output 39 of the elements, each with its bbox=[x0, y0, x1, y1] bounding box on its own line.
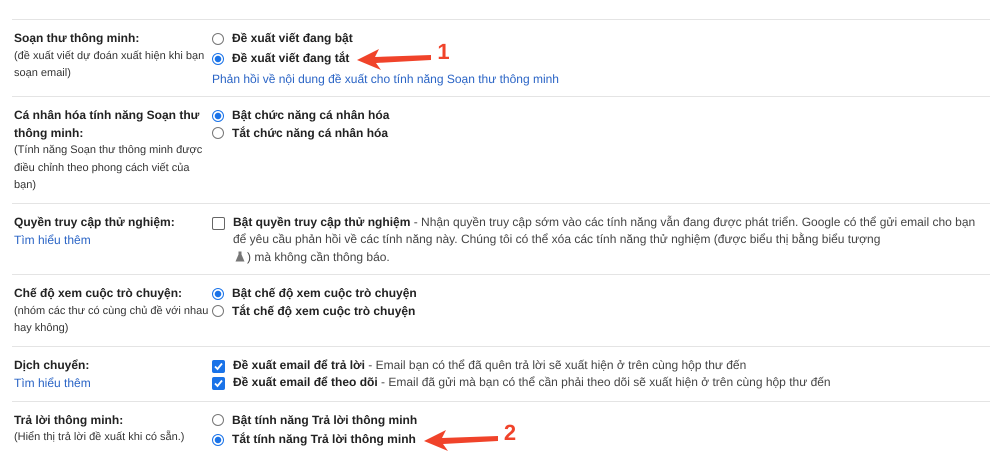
setting-hint: (nhóm các thư có cùng chủ đề với nhau hay không) bbox=[14, 304, 210, 336]
option-label[interactable]: Bật tính năng Trả lời thông minh bbox=[232, 412, 418, 429]
setting-label: Chế độ xem cuộc trò chuyện: bbox=[14, 285, 184, 302]
radio-button[interactable] bbox=[212, 32, 224, 45]
option-description: Bật quyền truy cập thử nghiệm - Nhận quyền truy cập sớm vào các tính năng vẫn đang được phát triển. Google có thể gửi email cho bạn để yêu cầu phản hồi về các tính năng này. Chúng tôi có thể xóa các tính năng thử nghiệm (được biểu thị bằng biểu tượng bbox=[233, 214, 976, 246]
radio-button[interactable] bbox=[212, 127, 224, 140]
radio-button[interactable] bbox=[212, 414, 224, 426]
option-description: ) mà không cần thông báo. bbox=[247, 250, 390, 264]
radio-button[interactable] bbox=[212, 52, 224, 64]
feedback-link[interactable]: Phản hồi về nội dung đề xuất cho tính năng Soạn thư thông minh bbox=[212, 70, 559, 88]
setting-hint: (đề xuất viết dự đoán xuất hiện khi bạn soạn email) bbox=[14, 48, 206, 81]
option-description: Đề xuất email để trả lời - Email bạn có thể đã quên trả lời sẽ xuất hiện ở trên cùng hộp thư đến bbox=[233, 358, 746, 372]
flask-icon bbox=[235, 250, 245, 262]
setting-hint: (Tính năng Soạn thư thông minh được điều chỉnh theo phong cách viết của bạn) bbox=[14, 143, 204, 193]
option-label[interactable]: Bật chức năng cá nhân hóa bbox=[232, 107, 390, 124]
option-label[interactable]: Tắt chế độ xem cuộc trò chuyện bbox=[232, 302, 416, 320]
setting-label: Soạn thư thông minh: bbox=[14, 30, 140, 47]
checkbox[interactable] bbox=[212, 216, 225, 230]
setting-label: Quyền truy cập thử nghiệm: bbox=[14, 214, 176, 230]
radio-button[interactable] bbox=[212, 434, 224, 446]
option-label[interactable]: Đề xuất viết đang tắt bbox=[232, 50, 350, 68]
setting-hint: (Hiển thị trả lời đề xuất khi có sẵn.) bbox=[14, 430, 186, 445]
setting-label: Trả lời thông minh: bbox=[14, 412, 124, 428]
learn-more-link[interactable]: Tìm hiểu thêm bbox=[14, 231, 91, 249]
annotation-number: 2 bbox=[504, 422, 516, 444]
radio-button[interactable] bbox=[212, 288, 224, 300]
option-label[interactable]: Tắt chức năng cá nhân hóa bbox=[232, 124, 388, 142]
setting-label: Dịch chuyển: bbox=[14, 356, 90, 374]
radio-button[interactable] bbox=[212, 110, 224, 122]
setting-label: Cá nhân hóa tính năng Soạn thư thông minh: bbox=[14, 107, 200, 142]
option-label[interactable]: Tắt tính năng Trả lời thông minh bbox=[232, 431, 416, 449]
option-label[interactable]: Đề xuất viết đang bật bbox=[232, 30, 353, 48]
radio-button[interactable] bbox=[212, 305, 224, 318]
option-label[interactable]: Bật chế độ xem cuộc trò chuyện bbox=[232, 285, 417, 302]
annotation-number: 1 bbox=[437, 40, 450, 62]
checkbox[interactable] bbox=[212, 360, 225, 372]
checkbox[interactable] bbox=[212, 377, 225, 390]
option-description: Đề xuất email để theo dõi - Email đã gửi mà bạn có thể cần phải theo dõi sẽ xuất hiện ở trên cùng hộp thư đến bbox=[233, 375, 831, 389]
learn-more-link[interactable]: Tìm hiểu thêm bbox=[14, 374, 91, 392]
